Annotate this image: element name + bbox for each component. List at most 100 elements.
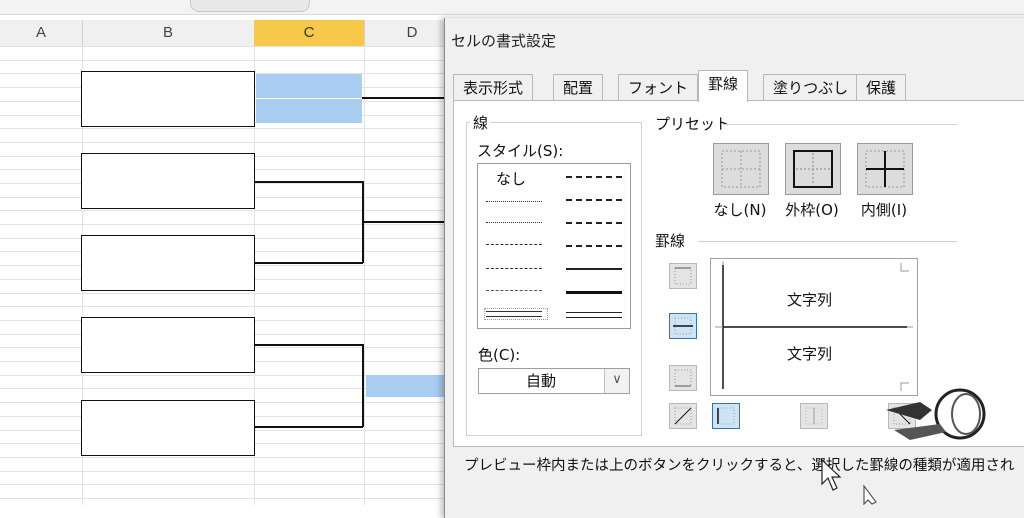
border-inside-horizontal-button[interactable] [669, 313, 697, 339]
preset-outline-button[interactable] [785, 143, 841, 195]
line-style-option[interactable] [566, 176, 622, 178]
preset-inside-button[interactable] [857, 143, 913, 195]
border-diagonal-up-icon [674, 407, 692, 425]
grid-row-line [0, 210, 460, 211]
grid-row-line [0, 484, 460, 485]
line-style-option[interactable] [566, 291, 622, 294]
line-style-option[interactable] [486, 268, 542, 269]
watermark-logo-icon [886, 388, 986, 440]
line-style-option[interactable] [566, 317, 622, 318]
column-header-c[interactable]: C [254, 20, 365, 46]
border-diagonal-up-button[interactable] [669, 403, 697, 429]
selected-cell-c[interactable] [256, 99, 362, 123]
line-style-option[interactable] [486, 222, 542, 223]
tab-label: 配置 [563, 79, 594, 97]
line-style-option[interactable] [566, 199, 622, 201]
line-style-option[interactable] [566, 312, 622, 313]
line-style-option[interactable] [486, 311, 542, 312]
grid-row-line [0, 471, 460, 472]
line-style-option[interactable] [566, 268, 622, 270]
dialog-title: セルの書式設定 [451, 32, 557, 50]
column-label: B [162, 24, 173, 41]
grid-row-line [0, 128, 460, 129]
bracket-line [362, 344, 364, 427]
border-top-icon [674, 267, 692, 285]
grid-row-line [0, 498, 460, 499]
preset-inside-label: 内側(I) [860, 201, 908, 219]
bracket-line [362, 97, 446, 99]
bracket-box-2[interactable] [81, 153, 255, 209]
bracket-box-5[interactable] [81, 400, 255, 456]
preset-none-label: なし(N) [713, 201, 767, 219]
bracket-line [255, 426, 363, 428]
tab-number-format[interactable]: 表示形式 [453, 74, 534, 101]
border-left-icon [717, 407, 735, 425]
grid-row-line [0, 142, 460, 143]
tab-border[interactable]: 罫線 [698, 70, 749, 102]
color-dropdown[interactable]: 自動 ∨ [478, 368, 630, 394]
mouse-cursor-icon [863, 484, 877, 505]
preset-outline-icon [793, 150, 833, 188]
separator [725, 124, 957, 125]
line-style-option[interactable] [486, 244, 542, 245]
border-bottom-button[interactable] [669, 365, 697, 391]
separator [698, 241, 957, 242]
grid-column-line [364, 46, 365, 505]
selected-cell-d[interactable] [366, 375, 446, 397]
line-style-option[interactable] [566, 222, 622, 224]
grid-row-line [0, 224, 460, 225]
grid-row-line [0, 46, 460, 47]
border-preview[interactable]: 文字列 文字列 [710, 258, 918, 396]
preset-outline-label: 外枠(O) [785, 201, 839, 219]
tab-font[interactable]: フォント [618, 74, 699, 101]
line-style-option[interactable] [486, 201, 542, 202]
tab-fill[interactable]: 塗りつぶし [763, 74, 859, 101]
line-style-option[interactable] [486, 290, 542, 291]
tab-label: 保護 [866, 79, 897, 97]
preview-text-top: 文字列 [787, 291, 833, 309]
line-style-option[interactable] [566, 245, 622, 247]
style-label: スタイル(S): [477, 142, 564, 160]
tab-alignment[interactable]: 配置 [553, 74, 604, 101]
line-style-option[interactable] [486, 316, 542, 317]
column-header-row: A B C D [0, 20, 461, 47]
line-style-none[interactable]: なし [496, 168, 526, 189]
preset-none-icon [721, 150, 761, 188]
preview-text-bottom: 文字列 [787, 345, 833, 363]
border-inside-vertical-button[interactable] [800, 403, 828, 429]
formula-bar-strip [0, 0, 1024, 15]
grid-row-line [0, 457, 460, 458]
line-style-option-selected[interactable] [484, 308, 548, 320]
border-hint-text: プレビュー枠内または上のボタンをクリックすると、選択した罫線の種類が適用され [464, 458, 1015, 474]
tab-label: 表示形式 [463, 79, 524, 97]
column-header-a[interactable]: A [0, 20, 83, 46]
line-style-list[interactable]: なし [477, 163, 631, 329]
bracket-line [255, 344, 363, 346]
formula-bar-tab[interactable] [190, 0, 310, 12]
border-inside-horizontal-icon [673, 317, 693, 335]
border-top-button[interactable] [669, 263, 697, 289]
bracket-box-3[interactable] [81, 235, 255, 291]
tab-label: フォント [628, 79, 689, 97]
bracket-box-1[interactable] [81, 71, 255, 127]
column-header-b[interactable]: B [82, 20, 255, 46]
grid-row-line [0, 60, 460, 61]
presets-label: プリセット [652, 113, 734, 134]
border-inside-vertical-icon [805, 407, 823, 425]
bracket-line [255, 262, 363, 264]
tab-label: 塗りつぶし [773, 79, 849, 97]
bracket-box-4[interactable] [81, 317, 255, 373]
column-label: C [303, 24, 315, 41]
border-left-button[interactable] [712, 403, 740, 429]
bracket-line [255, 181, 363, 183]
tab-protection[interactable]: 保護 [856, 74, 907, 101]
chevron-down-icon[interactable]: ∨ [604, 369, 629, 393]
border-bottom-icon [674, 369, 692, 387]
color-label: 色(C): [478, 346, 521, 364]
selected-cell-c[interactable] [256, 74, 362, 98]
preset-none-button[interactable] [713, 143, 769, 195]
column-label: A [35, 24, 46, 41]
mouse-cursor-icon [821, 458, 842, 491]
border-section-label: 罫線 [652, 230, 689, 251]
grid-row-line [0, 306, 460, 307]
